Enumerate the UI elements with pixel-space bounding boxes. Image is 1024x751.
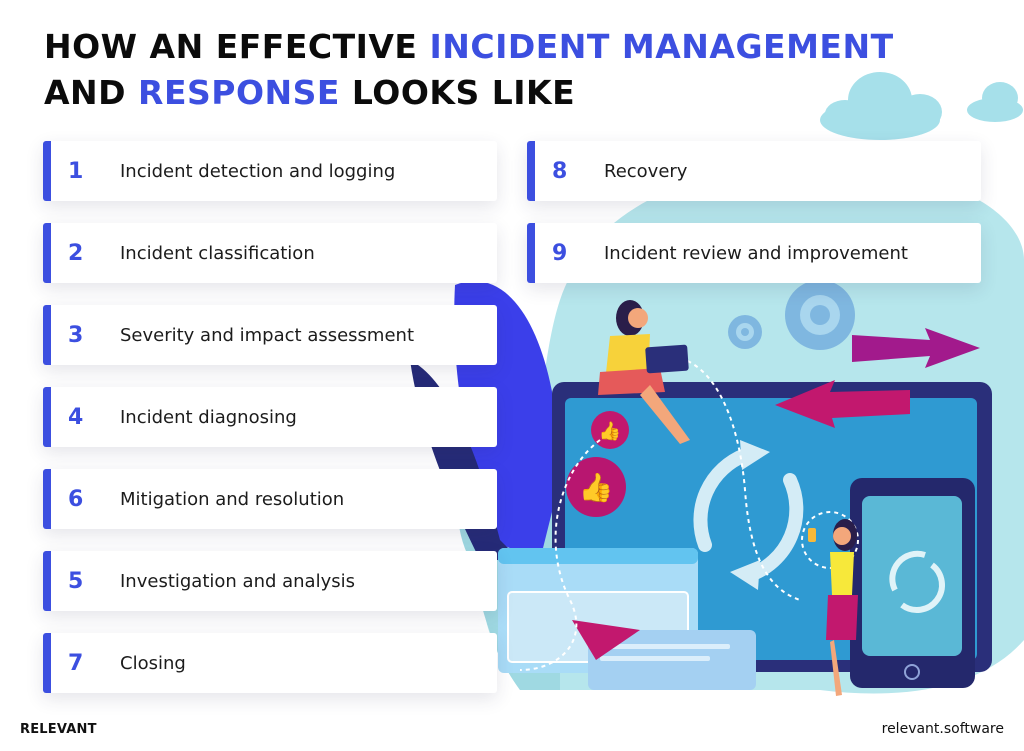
step-label: Mitigation and resolution [120, 488, 345, 510]
step-card: 8 Recovery [527, 141, 981, 201]
step-number: 8 [552, 158, 568, 184]
step-card: 2 Incident classification [43, 223, 497, 283]
step-number: 4 [68, 404, 84, 430]
step-card: 4 Incident diagnosing [43, 387, 497, 447]
step-label: Closing [120, 652, 186, 674]
step-label: Investigation and analysis [120, 570, 356, 592]
title-line1-plain: HOW AN EFFECTIVE [44, 27, 430, 66]
cloud-icon [967, 82, 1023, 122]
step-number: 5 [68, 568, 84, 594]
step-card: 5 Investigation and analysis [43, 551, 497, 611]
step-number: 9 [552, 240, 568, 266]
step-number: 6 [68, 486, 84, 512]
gear-icon [728, 315, 762, 349]
step-number: 7 [68, 650, 84, 676]
step-label: Incident detection and logging [120, 160, 396, 182]
title-line2-post: LOOKS LIKE [339, 73, 576, 112]
step-number: 2 [68, 240, 84, 266]
step-number: 3 [68, 322, 84, 348]
svg-text:👍: 👍 [579, 471, 614, 504]
step-number: 1 [68, 158, 84, 184]
step-label: Incident diagnosing [120, 406, 297, 428]
page-title: HOW AN EFFECTIVE INCIDENT MANAGEMENT AND… [44, 24, 894, 116]
step-label: Incident review and improvement [604, 242, 908, 264]
step-card: 6 Mitigation and resolution [43, 469, 497, 529]
step-card: 3 Severity and impact assessment [43, 305, 497, 365]
step-card: 1 Incident detection and logging [43, 141, 497, 201]
step-label: Severity and impact assessment [120, 324, 415, 346]
svg-text:👍: 👍 [599, 420, 621, 441]
gear-icon [785, 280, 855, 350]
step-card: 9 Incident review and improvement [527, 223, 981, 283]
step-card: 7 Closing [43, 633, 497, 693]
title-line1-highlight: INCIDENT MANAGEMENT [429, 27, 894, 66]
title-line2-pre: AND [44, 73, 139, 112]
step-label: Incident classification [120, 242, 315, 264]
title-line2-highlight: RESPONSE [138, 73, 340, 112]
step-label: Recovery [604, 160, 688, 182]
